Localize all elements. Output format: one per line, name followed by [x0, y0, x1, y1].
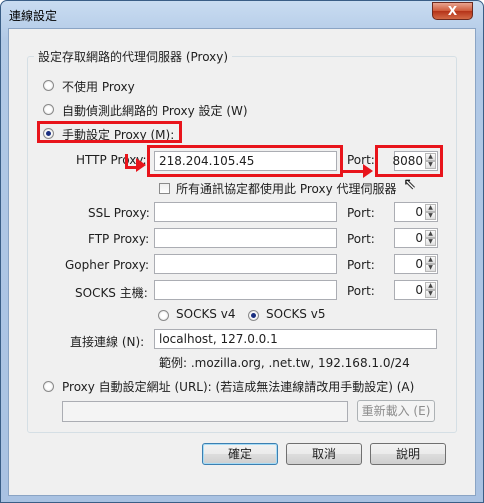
no-proxy-radio[interactable]	[43, 80, 54, 91]
ssl-proxy-input[interactable]	[154, 202, 337, 222]
socks-v5-label[interactable]: SOCKS v5	[266, 307, 325, 321]
manual-proxy-radio[interactable]	[43, 128, 54, 139]
socks-v4-radio[interactable]	[158, 310, 169, 321]
spin-up-icon[interactable]: ▲	[425, 153, 436, 161]
spin-up-icon[interactable]: ▲	[425, 282, 436, 290]
ftp-port-value: 0	[415, 231, 423, 245]
http-proxy-input[interactable]: 218.204.105.45	[154, 151, 337, 171]
socks-host-input[interactable]	[154, 280, 337, 300]
socks-port-value: 0	[415, 283, 423, 297]
mouse-cursor-icon: ⇖	[403, 174, 417, 193]
group-title: 設定存取網路的代理伺服器 (Proxy)	[34, 48, 233, 65]
auto-url-radio[interactable]	[43, 381, 54, 392]
ftp-port-label: Port:	[347, 232, 375, 246]
auto-detect-label[interactable]: 自動偵測此網路的 Proxy 設定 (W)	[62, 102, 248, 119]
http-port-value: 8080	[392, 154, 423, 168]
auto-detect-radio[interactable]	[43, 104, 54, 115]
cancel-button[interactable]: 取消	[286, 443, 362, 465]
spin-up-icon[interactable]: ▲	[425, 230, 436, 238]
http-port-stepper[interactable]: 8080 ▲ ▼	[392, 151, 438, 171]
ftp-proxy-label: FTP Proxy:	[88, 232, 150, 246]
ftp-port-stepper[interactable]: 0 ▲ ▼	[394, 228, 438, 248]
spin-down-icon[interactable]: ▼	[425, 290, 436, 298]
auto-url-input[interactable]	[62, 401, 348, 422]
ftp-proxy-input[interactable]	[154, 228, 337, 248]
gopher-proxy-input[interactable]	[154, 254, 337, 274]
spin-up-icon[interactable]: ▲	[425, 256, 436, 264]
annotation-arrow-2-head	[363, 164, 373, 178]
help-button[interactable]: 說明	[370, 443, 446, 465]
close-button[interactable]: X	[432, 2, 473, 20]
annotation-arrow-2-shaft	[343, 170, 365, 173]
no-proxy-example: 範例: .mozilla.org, .net.tw, 192.168.1.0/2…	[159, 356, 410, 370]
socks-port-label: Port:	[347, 284, 375, 298]
gopher-proxy-label: Gopher Proxy:	[65, 258, 150, 272]
ssl-port-stepper[interactable]: 0 ▲ ▼	[394, 202, 438, 222]
no-proxy-label[interactable]: 不使用 Proxy	[62, 78, 135, 95]
same-proxy-label[interactable]: 所有通訊協定都使用此 Proxy 代理伺服器	[176, 180, 397, 197]
gopher-port-value: 0	[415, 257, 423, 271]
spin-down-icon[interactable]: ▼	[425, 238, 436, 246]
manual-proxy-label[interactable]: 手動設定 Proxy (M):	[62, 126, 174, 143]
same-proxy-checkbox[interactable]	[159, 183, 170, 194]
ok-button[interactable]: 確定	[202, 443, 278, 465]
title-bar[interactable]: 連線設定 X	[1, 1, 483, 29]
socks-host-label: SOCKS 主機:	[75, 286, 148, 300]
no-proxy-for-label: 直接連線 (N):	[70, 335, 145, 349]
socks-v5-radio[interactable]	[248, 310, 259, 321]
gopher-port-label: Port:	[347, 258, 375, 272]
spin-up-icon[interactable]: ▲	[425, 204, 436, 212]
window-title: 連線設定	[9, 9, 58, 23]
spin-down-icon[interactable]: ▼	[425, 212, 436, 220]
ssl-proxy-label: SSL Proxy:	[88, 206, 150, 220]
spin-down-icon[interactable]: ▼	[425, 161, 436, 169]
annotation-arrow-1-head	[136, 158, 146, 172]
socks-v4-label[interactable]: SOCKS v4	[176, 307, 235, 321]
spin-down-icon[interactable]: ▼	[425, 264, 436, 272]
reload-button[interactable]: 重新載入 (E)	[357, 400, 435, 422]
no-proxy-for-input[interactable]: localhost, 127.0.0.1	[154, 329, 437, 349]
ssl-port-label: Port:	[347, 206, 375, 220]
ssl-port-value: 0	[415, 205, 423, 219]
gopher-port-stepper[interactable]: 0 ▲ ▼	[394, 254, 438, 274]
socks-port-stepper[interactable]: 0 ▲ ▼	[394, 280, 438, 300]
auto-url-label[interactable]: Proxy 自動設定網址 (URL): (若這成無法連線請改用手動設定) (A)	[62, 378, 414, 395]
